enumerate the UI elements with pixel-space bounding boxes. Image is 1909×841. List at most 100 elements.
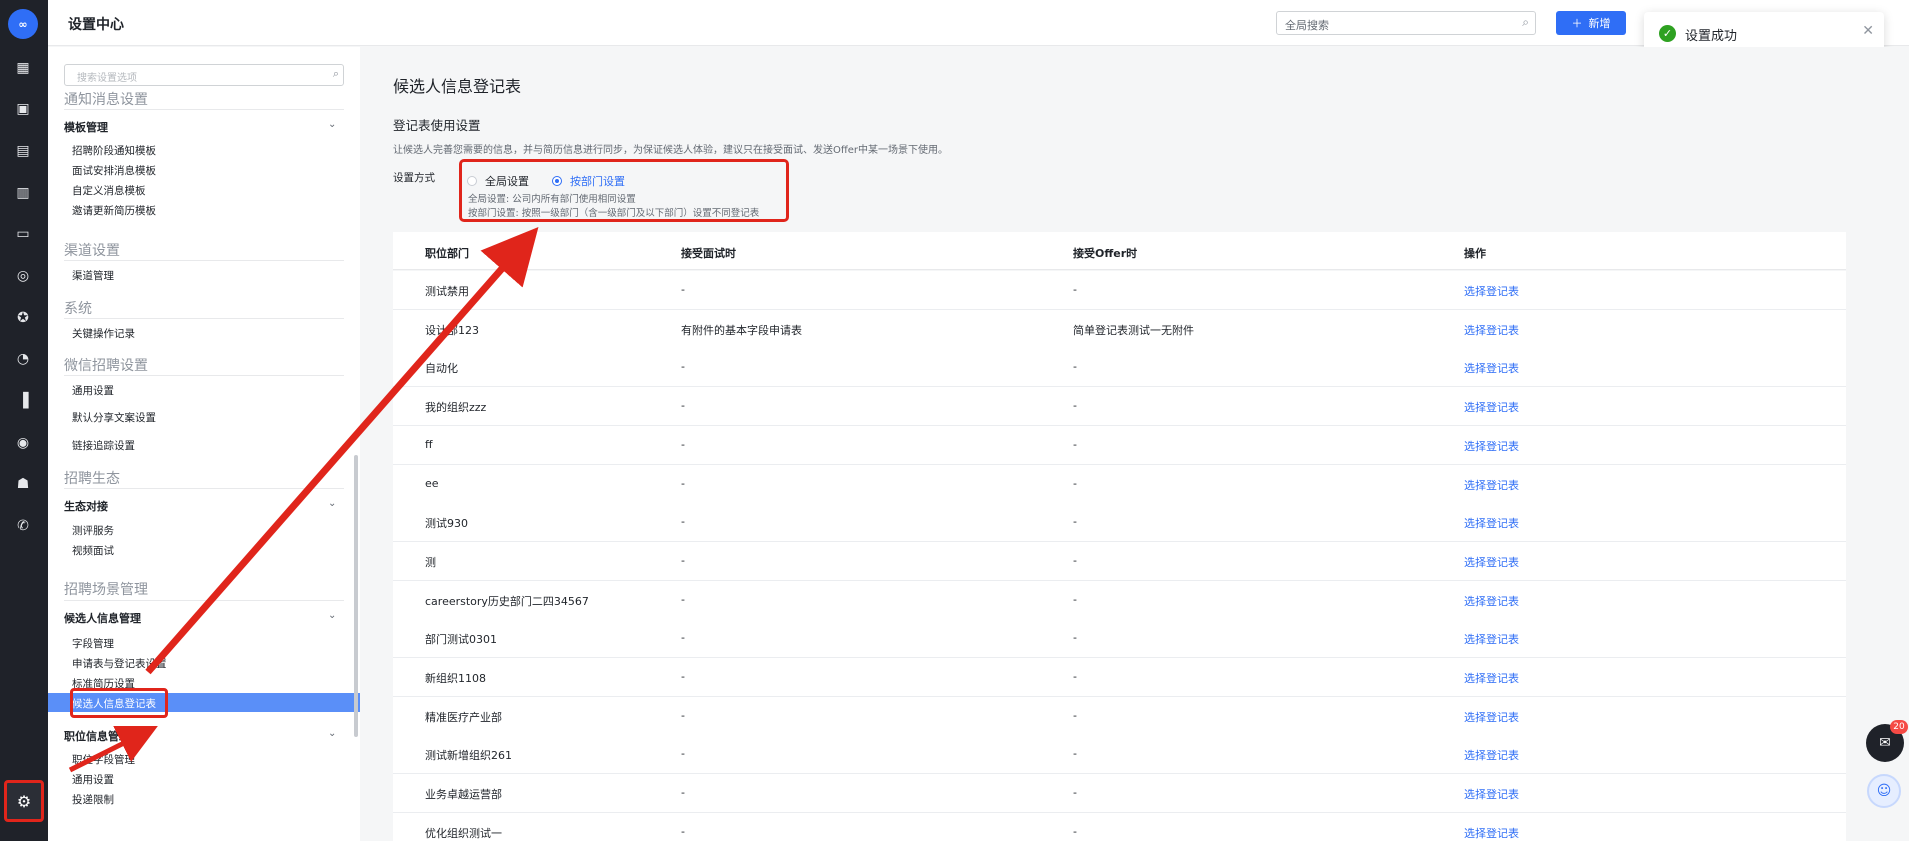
chat-fab[interactable]: ✉ 20 [1866,720,1908,762]
add-button[interactable]: ＋ 新增 [1556,11,1626,35]
cell-offer: - [1073,708,1077,722]
table-row: ff - - 选择登记表 [393,425,1846,465]
col-offer: 接受Offer时 [1073,247,1138,260]
radio-global[interactable]: 全局设置 [467,173,529,189]
radio-selected-icon [552,176,562,186]
chevron-down-icon[interactable]: ⌄ [328,610,336,621]
group-candidate[interactable]: 候选人信息管理 [64,610,141,626]
cell-dept: 优化组织测试一 [425,826,502,840]
sidebar-item-position-fields[interactable]: 职位字段管理 [72,752,135,767]
calendar-icon[interactable]: ▥ [15,185,31,201]
settings-search-input[interactable]: 搜索设置选项 ⌕ [64,64,344,86]
note-dept: 按部门设置: 按照一级部门（含一级部门及以下部门）设置不同登记表 [468,208,760,219]
table-row: 业务卓越运营部 - - 选择登记表 [393,774,1846,814]
briefcase-icon[interactable]: ▣ [15,101,31,117]
group-template[interactable]: 模板管理 [64,119,108,135]
select-form-link[interactable]: 选择登记表 [1464,438,1519,454]
sidebar-item-interview-template[interactable]: 面试安排消息模板 [72,163,156,178]
sidebar-item-log[interactable]: 关键操作记录 [72,326,135,341]
top-header: 设置中心 全局搜索 ⌕ ＋ 新增 [48,0,1909,46]
group-position[interactable]: 职位信息管理 [64,728,130,744]
users-icon[interactable]: ☗ [15,476,31,492]
cell-dept: 自动化 [425,362,458,376]
select-form-link[interactable]: 选择登记表 [1464,283,1519,299]
section-eco: 招聘生态 [64,471,120,487]
sidebar-item-video-interview[interactable]: 视频面试 [72,543,114,558]
app-logo[interactable]: ∞ [8,9,38,39]
sidebar-item-assessment[interactable]: 测评服务 [72,523,114,538]
select-form-link[interactable]: 选择登记表 [1464,322,1519,338]
sidebar-item-invite-template[interactable]: 邀请更新简历模板 [72,203,156,218]
cell-interview: - [681,824,685,838]
dashboard-icon[interactable]: ▦ [15,60,31,76]
cell-interview: - [681,437,685,451]
cell-interview: - [681,515,685,529]
cell-offer: - [1073,283,1077,296]
global-search-input[interactable]: 全局搜索 ⌕ [1276,11,1536,35]
select-form-link[interactable]: 选择登记表 [1464,360,1519,376]
group-eco[interactable]: 生态对接 [64,498,108,514]
cell-dept: 业务卓越运营部 [425,788,502,802]
annotation-box [70,688,168,718]
cell-offer: - [1073,592,1077,606]
note-global: 全局设置: 公司内所有部门使用相同设置 [468,194,636,205]
select-form-link[interactable]: 选择登记表 [1464,670,1519,686]
select-form-link[interactable]: 选择登记表 [1464,593,1519,609]
sidebar-item-stage-template[interactable]: 招聘阶段通知模板 [72,143,156,158]
sidebar-item-wechat-general[interactable]: 通用设置 [72,383,114,398]
bar-chart-icon[interactable]: ▐ [15,393,31,409]
cell-offer: - [1073,670,1077,683]
divider [64,375,344,376]
select-form-link[interactable]: 选择登记表 [1464,631,1519,647]
table-row: 测试新增组织261 - - 选择登记表 [393,735,1846,775]
sidebar-item-forms[interactable]: 申请表与登记表设置 [72,656,167,671]
select-form-link[interactable]: 选择登记表 [1464,825,1519,841]
chevron-down-icon[interactable]: ⌄ [328,498,336,509]
search-icon: ⌕ [332,67,339,80]
id-card-icon[interactable]: ▭ [15,226,31,242]
mode-label: 设置方式 [393,172,435,184]
section-system: 系统 [64,301,92,317]
section-notify: 通知消息设置 [64,92,148,108]
divider [64,109,344,110]
radio-dept[interactable]: 按部门设置 [552,173,625,189]
sidebar-item-share-text[interactable]: 默认分享文案设置 [72,410,156,425]
select-form-link[interactable]: 选择登记表 [1464,786,1519,802]
cell-offer: - [1073,824,1077,838]
cell-dept: 测试禁用 [425,285,469,298]
sidebar-item-fields[interactable]: 字段管理 [72,636,114,651]
cell-dept: 测试930 [425,517,468,531]
phone-icon[interactable]: ✆ [15,518,31,534]
section-channel: 渠道设置 [64,243,120,259]
select-form-link[interactable]: 选择登记表 [1464,747,1519,763]
cell-interview: - [681,553,685,567]
close-icon[interactable]: ✕ [1862,23,1874,39]
cell-interview: 有附件的基本字段申请表 [681,323,802,337]
resume-icon[interactable]: ▤ [15,143,31,159]
select-form-link[interactable]: 选择登记表 [1464,554,1519,570]
coin-icon[interactable]: ◉ [15,435,31,451]
wechat-icon[interactable]: ◎ [15,268,31,284]
sidebar-scrollbar[interactable] [354,455,358,737]
sidebar-item-custom-template[interactable]: 自定义消息模板 [72,183,146,198]
cell-offer: - [1073,437,1077,451]
settings-sidebar: 搜索设置选项 ⌕ 通知消息设置 模板管理 ⌄ 招聘阶段通知模板 面试安排消息模板… [48,47,360,841]
sidebar-item-position-general[interactable]: 通用设置 [72,772,114,787]
chevron-down-icon[interactable]: ⌄ [328,119,336,130]
chevron-down-icon[interactable]: ⌄ [328,728,336,739]
select-form-link[interactable]: 选择登记表 [1464,399,1519,415]
sidebar-item-channel[interactable]: 渠道管理 [72,268,114,283]
select-form-link[interactable]: 选择登记表 [1464,477,1519,493]
cell-offer: 简单登记表测试一无附件 [1073,323,1194,337]
settings-search-placeholder: 搜索设置选项 [77,73,137,84]
star-icon[interactable]: ✪ [15,310,31,326]
settings-gear-icon[interactable]: ⚙ [4,780,44,822]
sidebar-item-link-tracking[interactable]: 链接追踪设置 [72,438,135,453]
table-row: 设计部123 有附件的基本字段申请表 简单登记表测试一无附件 选择登记表 [393,309,1846,349]
select-form-link[interactable]: 选择登记表 [1464,709,1519,725]
select-form-link[interactable]: 选择登记表 [1464,515,1519,531]
sidebar-item-delivery-limit[interactable]: 投递限制 [72,792,114,807]
pie-chart-icon[interactable]: ◔ [15,351,31,367]
table-row: 优化组织测试一 - - 选择登记表 [393,812,1846,841]
assistant-bot-icon[interactable]: ☺ [1867,774,1901,808]
